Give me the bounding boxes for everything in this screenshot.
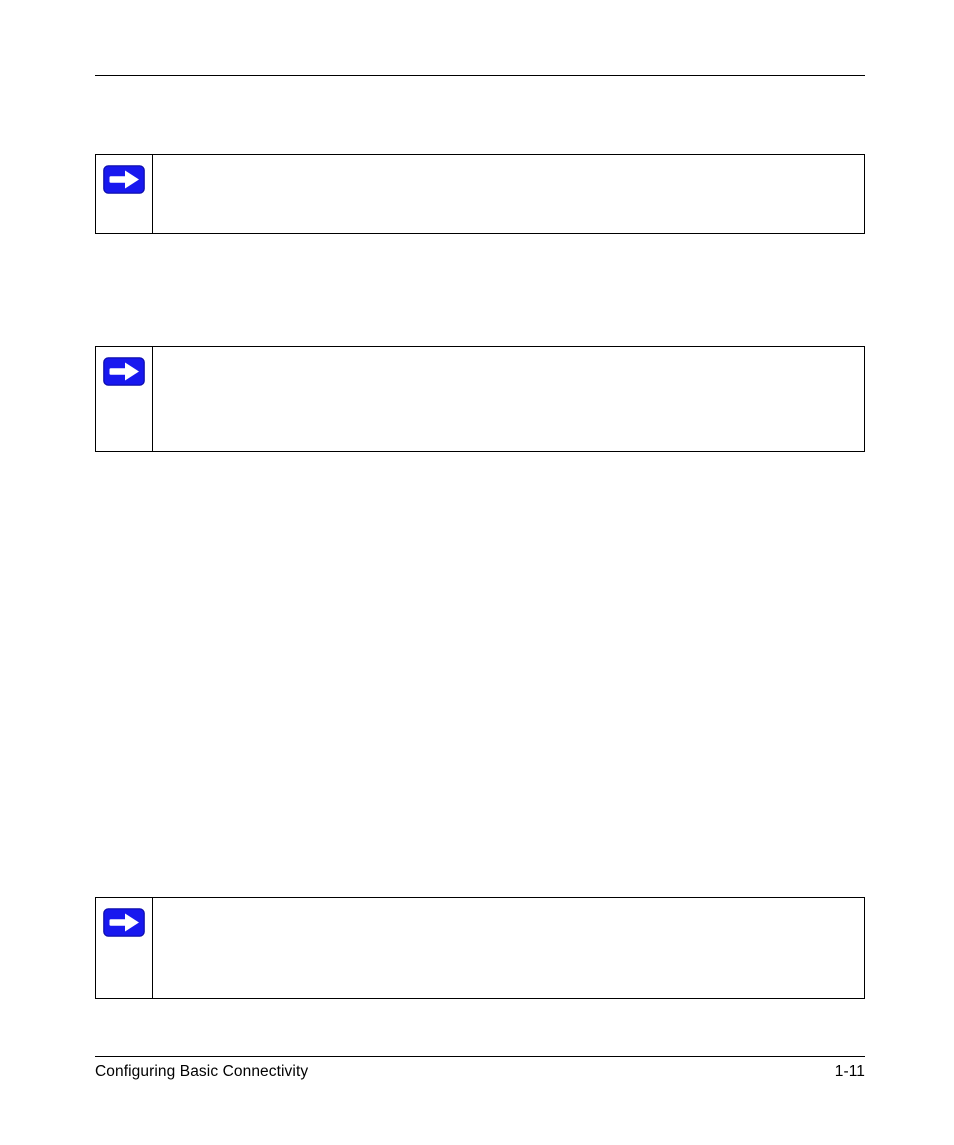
page: Configuring Basic Connectivity 1-11 xyxy=(0,0,954,1145)
arrow-right-icon xyxy=(103,165,145,194)
note-icon-cell xyxy=(96,898,153,998)
note-icon-cell xyxy=(96,155,153,233)
note-icon-cell xyxy=(96,347,153,451)
arrow-right-icon xyxy=(103,357,145,386)
footer-page-number: 1-11 xyxy=(835,1063,865,1081)
spacer xyxy=(95,452,865,897)
note-box xyxy=(95,154,865,234)
footer-rule xyxy=(95,1056,865,1057)
content-area xyxy=(95,75,865,999)
spacer xyxy=(95,234,865,346)
note-box xyxy=(95,897,865,999)
footer-row: Configuring Basic Connectivity 1-11 xyxy=(95,1063,865,1081)
note-body xyxy=(153,898,864,998)
note-body xyxy=(153,155,864,233)
page-footer: Configuring Basic Connectivity 1-11 xyxy=(95,1056,865,1081)
note-body xyxy=(153,347,864,451)
spacer xyxy=(95,76,865,154)
arrow-right-icon xyxy=(103,908,145,937)
footer-section-title: Configuring Basic Connectivity xyxy=(95,1063,308,1081)
note-box xyxy=(95,346,865,452)
